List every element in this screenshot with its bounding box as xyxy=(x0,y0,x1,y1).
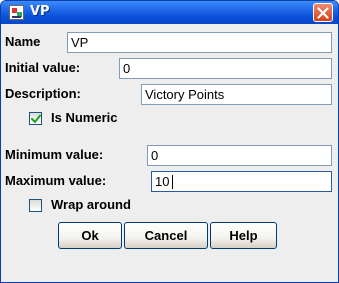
checkmark-icon xyxy=(31,114,41,123)
description-input[interactable] xyxy=(141,84,332,105)
initial-value-input[interactable] xyxy=(119,58,332,79)
wrap-around-label: Wrap around xyxy=(51,197,131,212)
name-label: Name xyxy=(5,34,41,49)
title-bar[interactable]: VP xyxy=(1,1,338,24)
minimum-value-label: Minimum value: xyxy=(5,147,104,162)
wrap-around-row[interactable]: Wrap around xyxy=(1,194,201,216)
help-button[interactable]: Help xyxy=(210,222,277,249)
is-numeric-label: Is Numeric xyxy=(51,110,118,125)
is-numeric-row[interactable]: Is Numeric xyxy=(1,107,201,129)
app-icon xyxy=(9,5,24,20)
cancel-button[interactable]: Cancel xyxy=(124,222,208,249)
text-cursor xyxy=(172,175,173,189)
ok-button[interactable]: Ok xyxy=(58,222,122,249)
description-label: Description: xyxy=(5,86,81,101)
is-numeric-checkbox[interactable] xyxy=(29,112,42,125)
dialog-window: VP Name Initial value: Description: Is N… xyxy=(0,0,339,283)
close-button[interactable] xyxy=(313,3,333,22)
close-icon xyxy=(317,7,329,19)
name-input[interactable] xyxy=(67,32,332,53)
wrap-around-checkbox[interactable] xyxy=(29,199,42,212)
minimum-value-input[interactable] xyxy=(147,145,332,166)
maximum-value-input[interactable] xyxy=(151,171,332,192)
maximum-value-label: Maximum value: xyxy=(5,173,107,188)
window-title: VP xyxy=(30,4,50,19)
initial-value-label: Initial value: xyxy=(5,60,81,75)
